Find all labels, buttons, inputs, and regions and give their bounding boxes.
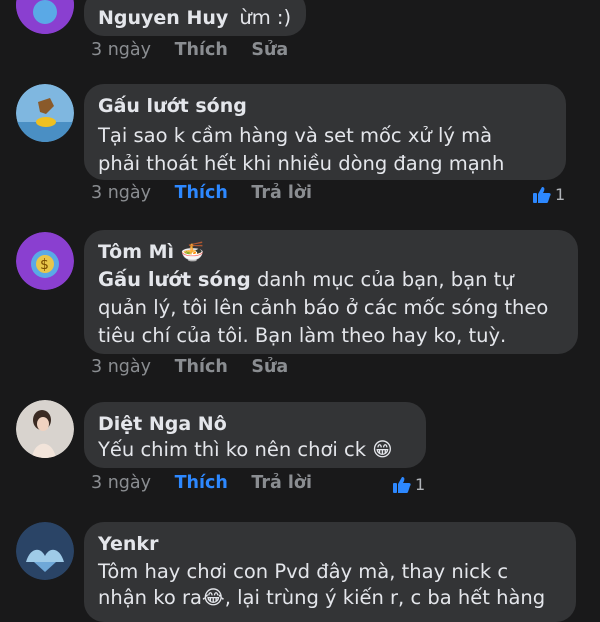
reaction-count[interactable]: 1	[532, 185, 565, 204]
comment-text-line: nhận ko ra😂, lại trùng ý kiến r, c ba hế…	[98, 586, 546, 609]
comment-text-row: Yếu chim thì ko nên chơi ck 😁	[98, 436, 412, 464]
avatar[interactable]	[16, 0, 74, 34]
reaction-count[interactable]: 1	[392, 475, 425, 494]
comment-time: 3 ngày	[91, 40, 151, 60]
comment-actions: 3 ngày Thích Trả lời	[91, 471, 330, 495]
comment-text-line: Tôm hay chơi con Pvd đây mà, thay nick c	[98, 560, 509, 583]
comment-text: Tại sao k cầm hàng và set mốc xử lý mà p…	[98, 124, 505, 175]
comment-bubble: Yenkr Tôm hay chơi con Pvd đây mà, thay …	[84, 522, 576, 622]
avatar[interactable]	[16, 522, 74, 580]
mention-link[interactable]: Gấu lướt sóng	[98, 268, 251, 291]
like-button[interactable]: Thích	[175, 355, 228, 379]
comment-time: 3 ngày	[91, 473, 151, 493]
comment-author[interactable]: Diệt Nga Nô	[98, 412, 412, 436]
comment-author[interactable]: Tôm Mì	[98, 241, 174, 263]
reaction-number: 1	[555, 185, 566, 204]
noodle-emoji: 🍜	[180, 241, 205, 263]
svg-text:$: $	[40, 257, 49, 273]
like-button[interactable]: Thích	[175, 471, 228, 495]
edit-button[interactable]: Sửa	[251, 38, 288, 62]
comment-author[interactable]: Yenkr	[98, 532, 562, 556]
comment-author-row: Tôm Mì 🍜	[98, 240, 564, 264]
avatar[interactable]	[16, 84, 74, 142]
comment-text: ừm :)	[239, 6, 292, 29]
like-button[interactable]: Thích	[175, 181, 228, 205]
comment-bubble: Diệt Nga Nô Yếu chim thì ko nên chơi ck …	[84, 402, 426, 468]
thumbs-up-icon	[533, 186, 551, 203]
reaction-number: 1	[415, 475, 426, 494]
comment-author[interactable]: Nguyen Huy	[98, 7, 228, 29]
comment-time: 3 ngày	[91, 183, 151, 203]
comment-time: 3 ngày	[91, 357, 151, 377]
comment-actions: 3 ngày Thích Sửa	[91, 355, 306, 379]
grin-emoji: 😁	[372, 438, 393, 461]
avatar[interactable]	[16, 400, 74, 458]
comment-bubble: Tôm Mì 🍜 Gấu lướt sóng danh mục của bạn,…	[84, 230, 578, 354]
thumbs-up-icon	[393, 476, 411, 493]
comment-actions: 3 ngày Thích Sửa	[91, 38, 306, 62]
comment-bubble: Gấu lướt sóng Tại sao k cầm hàng và set …	[84, 84, 566, 180]
comment-text: Yếu chim thì ko nên chơi ck	[98, 438, 367, 461]
avatar[interactable]: $	[16, 232, 74, 290]
reply-button[interactable]: Trả lời	[251, 471, 312, 495]
edit-button[interactable]: Sửa	[251, 355, 288, 379]
reply-button[interactable]: Trả lời	[251, 181, 312, 205]
comment-actions: 3 ngày Thích Trả lời	[91, 181, 330, 205]
comment-text: Gấu lướt sóng danh mục của bạn, bạn tự q…	[98, 266, 558, 350]
comment-author[interactable]: Gấu lướt sóng	[98, 94, 552, 118]
comment-bubble: Nguyen Huy ừm :)	[84, 0, 306, 36]
like-button[interactable]: Thích	[175, 38, 228, 62]
